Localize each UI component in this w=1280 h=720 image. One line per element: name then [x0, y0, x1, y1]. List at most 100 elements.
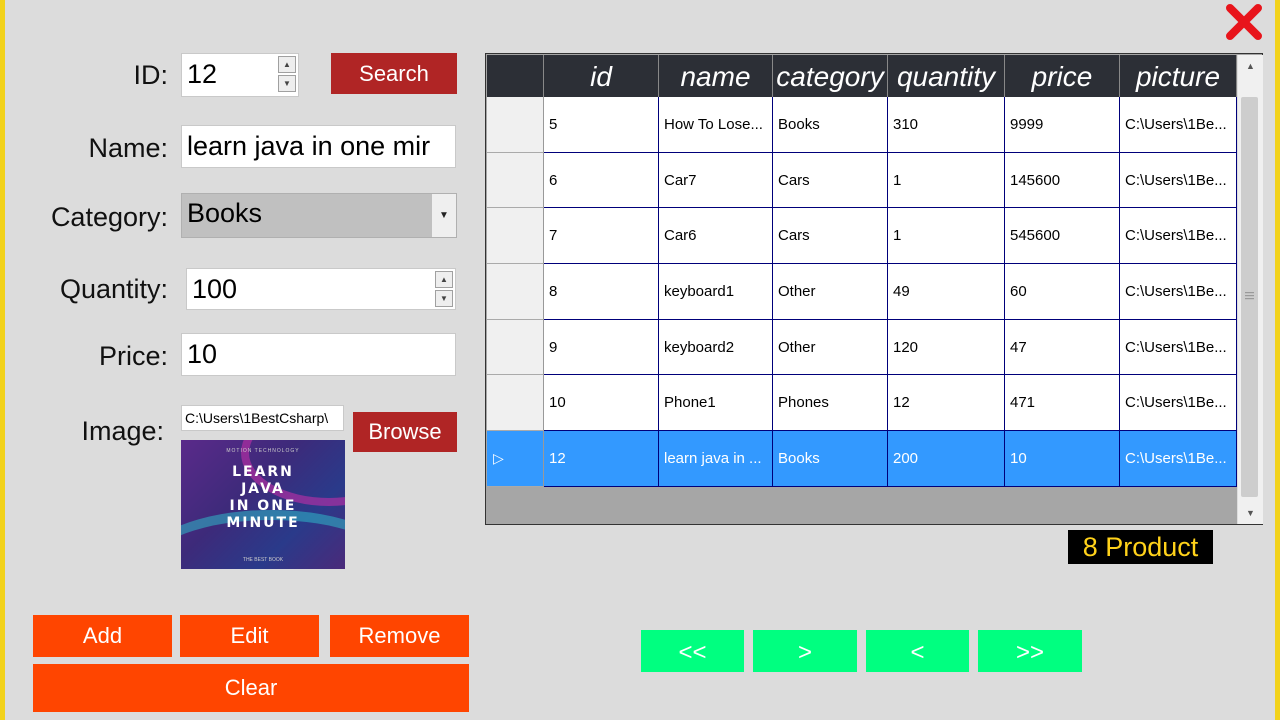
cell-picture[interactable]: C:\Users\1Be...: [1120, 375, 1237, 432]
cell-name[interactable]: Phone1: [659, 375, 773, 432]
category-combobox[interactable]: Books ▼: [181, 193, 457, 238]
next-record-button[interactable]: >: [753, 630, 857, 672]
scroll-up-icon[interactable]: ▲: [1238, 55, 1263, 77]
scrollbar-thumb[interactable]: — — —: [1241, 97, 1258, 497]
table-row[interactable]: 5 How To Lose... Books 310 9999 C:\Users…: [487, 97, 1237, 153]
cell-price[interactable]: 47: [1005, 319, 1120, 376]
row-header[interactable]: [487, 375, 544, 432]
table-row[interactable]: 10 Phone1 Phones 12 471 C:\Users\1Be...: [487, 375, 1237, 432]
cell-picture[interactable]: C:\Users\1Be...: [1120, 97, 1237, 153]
spin-down-icon[interactable]: ▼: [435, 290, 453, 307]
cell-picture[interactable]: C:\Users\1Be...: [1120, 208, 1237, 265]
row-header[interactable]: ▷: [487, 431, 544, 487]
current-row-arrow-icon: ▷: [493, 450, 504, 467]
table-row-selected[interactable]: ▷ 12 learn java in ... Books 200 10 C:\U…: [487, 431, 1237, 487]
cell-price[interactable]: 60: [1005, 264, 1120, 320]
row-header[interactable]: [487, 264, 544, 320]
cell-category[interactable]: Books: [773, 97, 888, 153]
spin-down-icon[interactable]: ▼: [278, 75, 296, 92]
dropdown-arrow-icon[interactable]: ▼: [432, 194, 456, 237]
cell-price[interactable]: 9999: [1005, 97, 1120, 153]
table-row[interactable]: 6 Car7 Cars 1 145600 C:\Users\1Be...: [487, 152, 1237, 209]
remove-button[interactable]: Remove: [330, 615, 469, 657]
cell-id[interactable]: 9: [544, 319, 659, 376]
column-header-id[interactable]: id: [544, 55, 659, 97]
image-title-line: JAVA: [241, 481, 285, 497]
spin-up-icon[interactable]: ▲: [278, 56, 296, 73]
browse-button[interactable]: Browse: [353, 412, 457, 452]
cell-price[interactable]: 471: [1005, 375, 1120, 432]
cell-quantity[interactable]: 1: [888, 208, 1005, 265]
cell-name[interactable]: How To Lose...: [659, 97, 773, 153]
cell-category[interactable]: Other: [773, 319, 888, 376]
cell-name[interactable]: Car7: [659, 152, 773, 209]
column-header-name[interactable]: name: [659, 55, 773, 97]
cell-category[interactable]: Cars: [773, 208, 888, 265]
row-header[interactable]: [487, 152, 544, 209]
cell-quantity[interactable]: 1: [888, 152, 1005, 209]
cell-id[interactable]: 12: [544, 431, 659, 487]
cell-picture[interactable]: C:\Users\1Be...: [1120, 319, 1237, 376]
price-input[interactable]: 10: [181, 333, 456, 376]
column-header-category[interactable]: category: [773, 55, 888, 97]
search-button[interactable]: Search: [331, 53, 457, 94]
cell-picture[interactable]: C:\Users\1Be...: [1120, 431, 1237, 487]
table-row[interactable]: 7 Car6 Cars 1 545600 C:\Users\1Be...: [487, 208, 1237, 265]
name-input[interactable]: learn java in one mir: [181, 125, 456, 168]
name-label: Name:: [88, 133, 168, 163]
row-header[interactable]: [487, 319, 544, 376]
image-title-line: MINUTE: [226, 515, 300, 531]
category-selected-value: Books: [187, 198, 263, 228]
scroll-down-icon[interactable]: ▼: [1238, 502, 1263, 524]
grid-vertical-scrollbar[interactable]: ▲ — — — ▼: [1237, 55, 1263, 524]
cell-price[interactable]: 545600: [1005, 208, 1120, 265]
cell-category[interactable]: Other: [773, 264, 888, 320]
table-row[interactable]: 8 keyboard1 Other 49 60 C:\Users\1Be...: [487, 264, 1237, 320]
cell-quantity[interactable]: 120: [888, 319, 1005, 376]
cell-category[interactable]: Phones: [773, 375, 888, 432]
cell-name[interactable]: keyboard2: [659, 319, 773, 376]
cell-category[interactable]: Books: [773, 431, 888, 487]
column-header-price[interactable]: price: [1005, 55, 1120, 97]
row-header[interactable]: [487, 208, 544, 265]
cell-quantity[interactable]: 49: [888, 264, 1005, 320]
edit-button[interactable]: Edit: [180, 615, 319, 657]
cell-id[interactable]: 7: [544, 208, 659, 265]
last-record-button[interactable]: >>: [978, 630, 1082, 672]
table-row[interactable]: 9 keyboard2 Other 120 47 C:\Users\1Be...: [487, 319, 1237, 376]
cell-name[interactable]: keyboard1: [659, 264, 773, 320]
window-border-left: [0, 0, 5, 720]
image-title-line: LEARN: [232, 464, 294, 480]
cell-picture[interactable]: C:\Users\1Be...: [1120, 152, 1237, 209]
cell-price[interactable]: 145600: [1005, 152, 1120, 209]
id-spinner[interactable]: ▲ ▼: [278, 56, 296, 92]
cell-quantity[interactable]: 200: [888, 431, 1005, 487]
add-button[interactable]: Add: [33, 615, 172, 657]
column-header-quantity[interactable]: quantity: [888, 55, 1005, 97]
cell-quantity[interactable]: 310: [888, 97, 1005, 153]
cell-id[interactable]: 6: [544, 152, 659, 209]
cell-quantity[interactable]: 12: [888, 375, 1005, 432]
row-header[interactable]: [487, 97, 544, 153]
column-header-picture[interactable]: picture: [1120, 55, 1237, 97]
quantity-numeric-input[interactable]: 100 ▲ ▼: [186, 268, 456, 310]
cell-name[interactable]: Car6: [659, 208, 773, 265]
cell-id[interactable]: 8: [544, 264, 659, 320]
first-record-button[interactable]: <<: [641, 630, 744, 672]
cell-picture[interactable]: C:\Users\1Be...: [1120, 264, 1237, 320]
cell-category[interactable]: Cars: [773, 152, 888, 209]
cell-price[interactable]: 10: [1005, 431, 1120, 487]
id-numeric-input[interactable]: 12 ▲ ▼: [181, 53, 299, 97]
category-label: Category:: [50, 202, 168, 232]
previous-record-button[interactable]: <: [866, 630, 969, 672]
products-datagrid[interactable]: id name category quantity price picture …: [485, 53, 1263, 525]
cell-name[interactable]: learn java in ...: [659, 431, 773, 487]
quantity-spinner[interactable]: ▲ ▼: [435, 271, 453, 307]
close-x-icon[interactable]: [1224, 2, 1264, 42]
cell-id[interactable]: 5: [544, 97, 659, 153]
cell-id[interactable]: 10: [544, 375, 659, 432]
image-path-input[interactable]: C:\Users\1BestCsharp\: [181, 405, 344, 431]
clear-button[interactable]: Clear: [33, 664, 469, 712]
spin-up-icon[interactable]: ▲: [435, 271, 453, 288]
image-title: LEARN JAVA IN ONE MINUTE: [181, 464, 345, 532]
